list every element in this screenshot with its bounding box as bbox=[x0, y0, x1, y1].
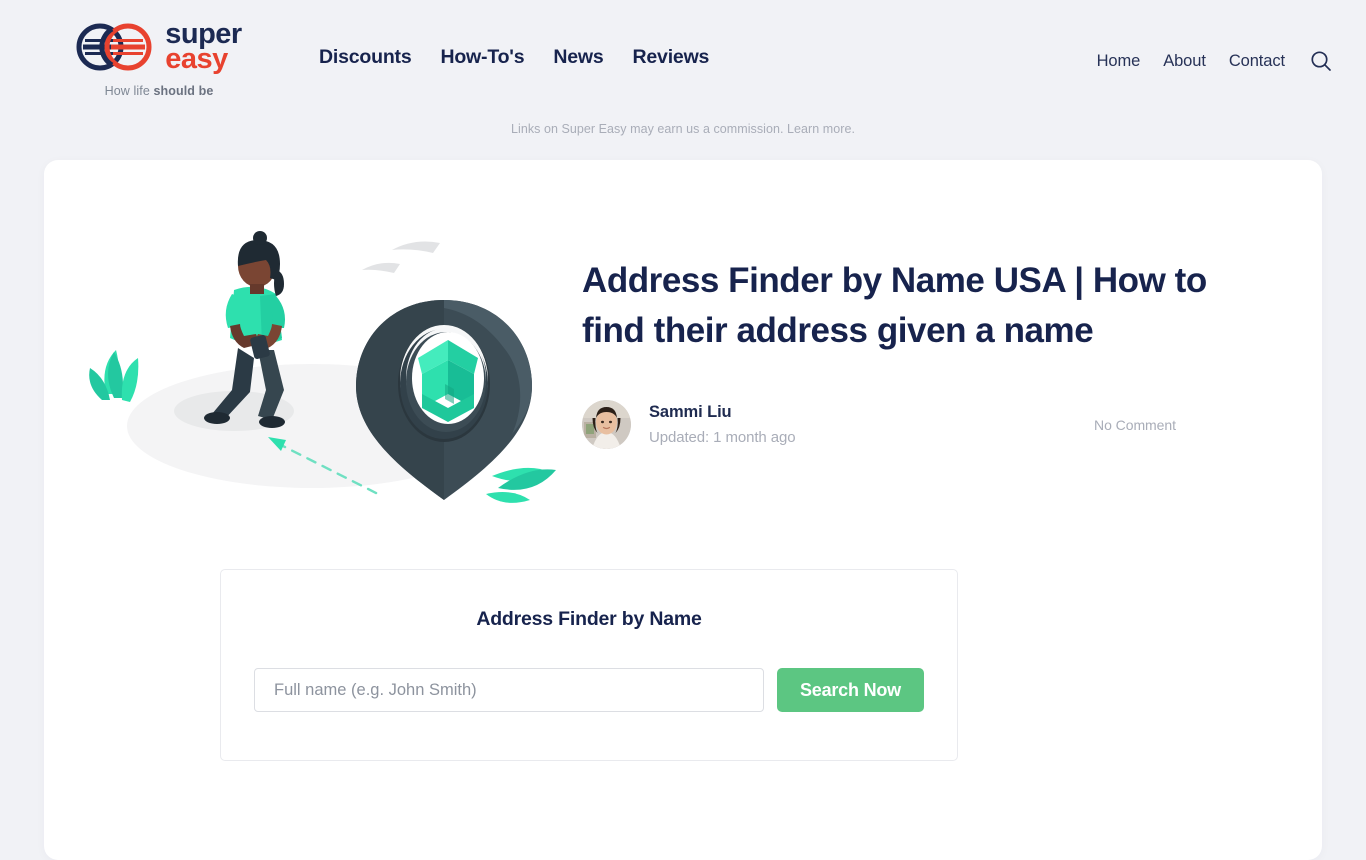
address-finder-widget: Address Finder by Name Search Now bbox=[220, 569, 958, 761]
updated-timestamp: Updated: 1 month ago bbox=[649, 429, 796, 447]
brand-tagline-prefix: How life bbox=[104, 83, 154, 98]
brand-row: super easy bbox=[76, 20, 242, 75]
article-byline: Sammi Liu Updated: 1 month ago No Commen… bbox=[582, 400, 1246, 450]
nav-item-discounts[interactable]: Discounts bbox=[319, 46, 412, 69]
nav-item-reviews[interactable]: Reviews bbox=[633, 46, 710, 69]
search-now-button[interactable]: Search Now bbox=[776, 668, 924, 712]
avatar-image bbox=[582, 400, 631, 450]
comment-count[interactable]: No Comment bbox=[1094, 417, 1246, 433]
affiliate-disclosure: Links on Super Easy may earn us a commis… bbox=[0, 122, 1366, 136]
interlocking-rings-logo-icon bbox=[76, 23, 152, 71]
widget-form: Search Now bbox=[254, 668, 924, 712]
person-walking-to-map-pin-illustration bbox=[89, 231, 556, 503]
article-card: Address Finder by Name USA | How to find… bbox=[44, 160, 1322, 860]
plant-left-decoration bbox=[89, 350, 139, 402]
nav-item-how-tos[interactable]: How-To's bbox=[440, 46, 524, 69]
nav-item-home[interactable]: Home bbox=[1097, 52, 1141, 71]
nav-item-contact[interactable]: Contact bbox=[1229, 52, 1285, 71]
page-title: Address Finder by Name USA | How to find… bbox=[582, 261, 1207, 350]
search-toggle-button[interactable] bbox=[1310, 50, 1332, 72]
nav-item-news[interactable]: News bbox=[553, 46, 603, 69]
brand-logo[interactable]: super easy How life should be bbox=[44, 20, 274, 98]
disclosure-learn-more-link[interactable]: Learn more. bbox=[787, 122, 855, 136]
article-hero: Address Finder by Name USA | How to find… bbox=[44, 160, 1322, 513]
site-header: super easy How life should be Discounts … bbox=[0, 0, 1366, 112]
disclosure-text: Links on Super Easy may earn us a commis… bbox=[511, 122, 784, 136]
plant-right-decoration bbox=[486, 467, 556, 503]
widget-title: Address Finder by Name bbox=[476, 608, 702, 630]
hero-illustration bbox=[62, 194, 582, 513]
brand-tagline: How life should be bbox=[105, 84, 214, 98]
byline-text: Sammi Liu Updated: 1 month ago bbox=[649, 403, 796, 447]
brand-word-easy: easy bbox=[165, 42, 228, 75]
brand-tagline-strong: should be bbox=[153, 83, 214, 98]
author-name[interactable]: Sammi Liu bbox=[649, 403, 795, 422]
secondary-navigation: Home About Contact bbox=[1097, 20, 1332, 72]
nav-item-about[interactable]: About bbox=[1163, 52, 1206, 71]
primary-navigation: Discounts How-To's News Reviews bbox=[319, 20, 709, 69]
search-icon bbox=[1311, 51, 1331, 71]
article-header: Address Finder by Name USA | How to find… bbox=[582, 194, 1276, 450]
full-name-input[interactable] bbox=[254, 668, 764, 712]
author-avatar[interactable] bbox=[582, 400, 631, 450]
brand-wordmark: super easy bbox=[165, 20, 242, 75]
